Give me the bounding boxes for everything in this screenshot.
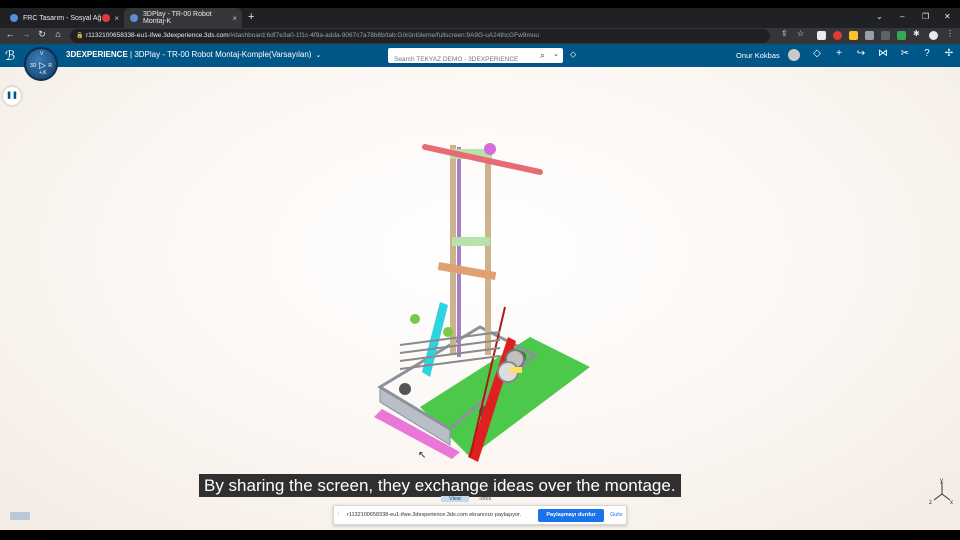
brand-name: 3DEXPERIENCE bbox=[66, 50, 128, 59]
tab-label: 3DPlay - TR-00 Robot Montaj-K bbox=[143, 11, 212, 25]
browser-tab-youtube[interactable]: × bbox=[96, 8, 124, 28]
mouse-cursor-icon: ↖ bbox=[418, 450, 427, 461]
new-tab-button[interactable]: + bbox=[248, 11, 254, 23]
home-icon[interactable]: ⌂ bbox=[52, 29, 64, 39]
reload-icon[interactable]: ↻ bbox=[36, 29, 48, 40]
tab-tools[interactable]: Tools bbox=[470, 496, 499, 502]
close-tab-icon[interactable]: × bbox=[232, 14, 237, 23]
url-host: r1132100658338-eu1-ifwe.3dexperience.3ds… bbox=[86, 32, 229, 39]
extension-icon[interactable] bbox=[881, 31, 890, 40]
globe-icon bbox=[130, 14, 138, 22]
network-icon[interactable]: ⋈ bbox=[876, 48, 890, 59]
y-axis-label: y bbox=[940, 478, 943, 484]
viewer-tabs: View Tools bbox=[441, 496, 499, 504]
axis-triad: y z x bbox=[929, 478, 953, 506]
cross-brace-middle bbox=[452, 237, 490, 246]
search-input[interactable] bbox=[388, 52, 528, 67]
close-tab-icon[interactable]: × bbox=[114, 14, 119, 23]
mast-left bbox=[450, 145, 456, 355]
ds-logo-icon[interactable]: ℬ bbox=[5, 48, 15, 64]
z-axis-line bbox=[933, 493, 943, 501]
3d-viewer[interactable]: ❚❚ ↖ y z x bbox=[0, 67, 960, 530]
profile-icon[interactable] bbox=[929, 31, 938, 40]
globe-icon bbox=[10, 14, 18, 22]
compass-right-label: R bbox=[48, 63, 52, 69]
intake-wheel bbox=[443, 327, 453, 337]
browser-tab-3dplay[interactable]: 3DPlay - TR-00 Robot Montaj-K × bbox=[124, 8, 242, 28]
tab-search-icon[interactable]: ⌄ bbox=[876, 12, 883, 21]
bracket bbox=[510, 367, 522, 373]
extension-record-icon[interactable] bbox=[833, 31, 842, 40]
robot-assembly-model[interactable] bbox=[360, 127, 600, 467]
app-title-text: 3DPlay - TR-00 Robot Montaj-Komple(Varsa… bbox=[134, 50, 312, 59]
add-icon[interactable]: + bbox=[832, 48, 846, 59]
screen-share-bar: ⦙ r1132100658338-eu1-ifwe.3dexperience.3… bbox=[333, 505, 627, 525]
browser-menu-icon[interactable]: ⋮ bbox=[946, 29, 954, 38]
drag-handle-icon[interactable]: ⦙ bbox=[338, 511, 339, 518]
share-icon[interactable]: ↪ bbox=[854, 48, 868, 59]
chevron-down-icon[interactable]: ⌄ bbox=[553, 50, 559, 58]
hide-button[interactable]: Gizle bbox=[610, 512, 623, 518]
app-title[interactable]: 3DEXPERIENCE | 3DPlay - TR-00 Robot Mont… bbox=[66, 50, 321, 59]
close-window-icon[interactable]: ✕ bbox=[944, 12, 951, 21]
browser-toolbar: ← → ↻ ⌂ 🔒 r1132100658338-eu1-ifwe.3dexpe… bbox=[0, 28, 960, 44]
footer-logo bbox=[10, 512, 30, 520]
help-icon[interactable]: ? bbox=[920, 48, 934, 59]
wheel bbox=[399, 383, 411, 395]
mast-rail bbox=[457, 147, 461, 357]
restore-icon[interactable]: ❐ bbox=[922, 12, 929, 21]
compass-bottom-label: +,K bbox=[39, 70, 47, 76]
app-top-bar: ℬ 3DEXPERIENCE | 3DPlay - TR-00 Robot Mo… bbox=[0, 44, 960, 67]
z-axis-label: z bbox=[929, 500, 932, 506]
compass-menu-icon[interactable]: ✢ bbox=[942, 48, 956, 59]
browser-tab-bar: FRC Tasarım - Sosyal Ağ × 3DPlay - TR-00… bbox=[0, 8, 960, 28]
extension-icon[interactable] bbox=[849, 31, 858, 40]
bookmark-star-icon[interactable]: ☆ bbox=[797, 29, 804, 38]
lock-icon: 🔒 bbox=[76, 33, 84, 39]
notification-icon[interactable]: ◇ bbox=[810, 48, 824, 59]
x-axis-line bbox=[941, 493, 951, 501]
tab-view[interactable]: View bbox=[441, 496, 469, 502]
extension-icon[interactable] bbox=[897, 31, 906, 40]
extension-icon[interactable] bbox=[865, 31, 874, 40]
intake-wheel bbox=[410, 314, 420, 324]
search-icon[interactable]: ⌕ bbox=[540, 50, 545, 61]
letterbox-bottom bbox=[0, 530, 960, 540]
compass-top-label: V bbox=[40, 51, 44, 57]
pulley bbox=[484, 143, 496, 155]
minimize-icon[interactable]: – bbox=[900, 12, 904, 21]
compass-widget[interactable]: V 3D ▷ R +,K bbox=[24, 47, 58, 81]
tab-label: FRC Tasarım - Sosyal Ağ bbox=[23, 14, 102, 22]
tag-icon[interactable]: ⬦ bbox=[570, 49, 576, 60]
extensions-puzzle-icon[interactable]: ✱ bbox=[913, 29, 920, 38]
avatar[interactable] bbox=[788, 49, 800, 61]
extension-icon[interactable] bbox=[817, 31, 826, 40]
user-name[interactable]: Onur Kokbas bbox=[736, 51, 780, 60]
pause-icon[interactable]: ❚❚ bbox=[3, 87, 21, 105]
share-message: r1132100658338-eu1-ifwe.3dexperience.3ds… bbox=[347, 512, 522, 518]
compass-left-label: 3D bbox=[30, 63, 37, 69]
url-path: /#dashboard:6df7e3a0-1f1c-4f9a-adda-9067… bbox=[228, 32, 540, 39]
search-box: ⌕ ⌄ bbox=[388, 48, 563, 67]
stop-sharing-button[interactable]: Paylaşmayı durdur bbox=[538, 509, 604, 522]
screen: FRC Tasarım - Sosyal Ağ × 3DPlay - TR-00… bbox=[0, 0, 960, 540]
video-subtitle: By sharing the screen, they exchange ide… bbox=[199, 474, 681, 497]
tools-icon[interactable]: ✂ bbox=[898, 48, 912, 59]
x-axis-label: x bbox=[950, 500, 953, 506]
chevron-down-icon: ⌄ bbox=[315, 52, 322, 59]
share-page-icon[interactable]: ⇪ bbox=[781, 29, 788, 38]
record-icon bbox=[102, 14, 110, 22]
address-bar[interactable]: 🔒 r1132100658338-eu1-ifwe.3dexperience.3… bbox=[70, 29, 770, 43]
forward-icon[interactable]: → bbox=[20, 29, 32, 39]
back-icon[interactable]: ← bbox=[4, 29, 16, 39]
mast-right bbox=[485, 145, 491, 355]
